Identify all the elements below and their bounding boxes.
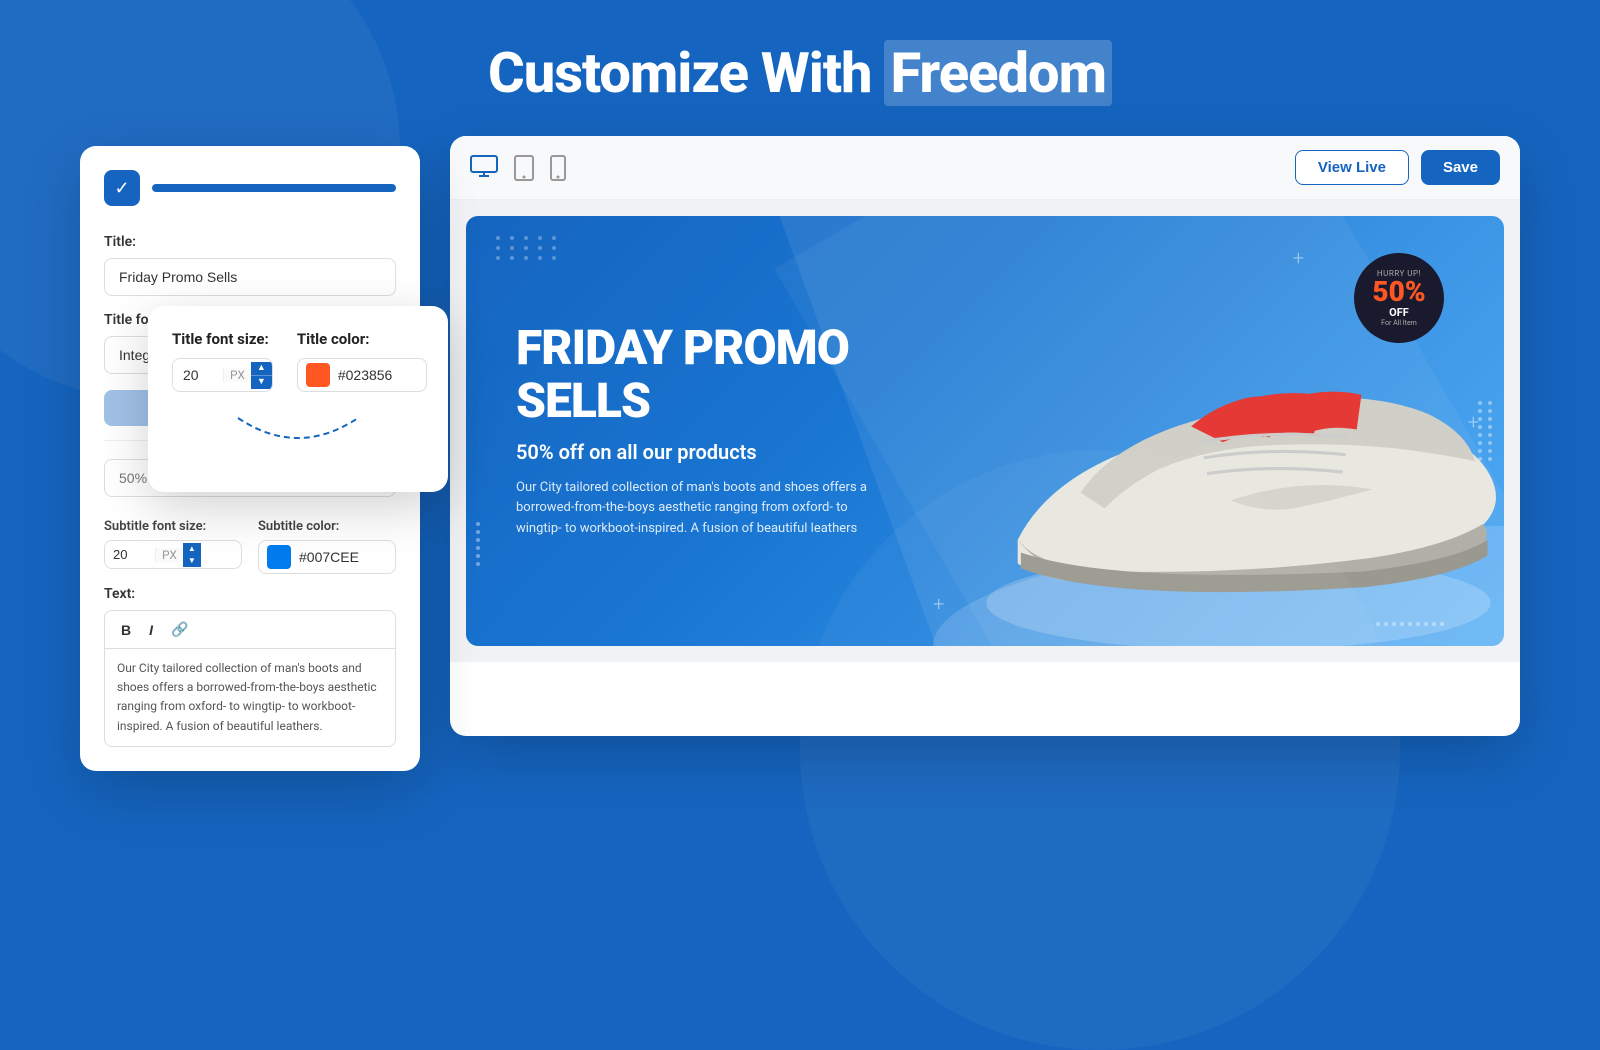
title-font-size-input[interactable] <box>173 359 223 391</box>
banner-preview: + + + <box>450 200 1520 662</box>
text-editor-content[interactable]: Our City tailored collection of man's bo… <box>104 648 396 747</box>
subtitle-font-size-label: Subtitle font size: <box>104 519 242 534</box>
banner-title: FRIDAY PROMO SELLS <box>516 322 987 428</box>
save-button[interactable]: Save <box>1421 150 1500 185</box>
title-font-unit: PX <box>223 368 251 382</box>
badge-sub-text: For All Item <box>1381 319 1417 327</box>
banner-dots-top-left <box>496 236 560 260</box>
subtitle-font-size-input-group: PX ▲ ▼ <box>104 540 242 569</box>
text-editor-toolbar: B I 🔗 <box>104 610 396 648</box>
subtitle-font-size-field: Subtitle font size: PX ▲ ▼ <box>104 519 242 569</box>
editor-header: ✓ <box>104 170 396 206</box>
subtitle-color-input-group <box>258 540 396 574</box>
page-title: Customize With Freedom <box>0 0 1600 136</box>
banner-dots-right <box>1478 401 1494 461</box>
banner-text: Our City tailored collection of man's bo… <box>516 478 876 540</box>
badge-percent-text: 50% <box>1372 278 1425 306</box>
text-field-label: Text: <box>104 586 396 602</box>
tablet-device-icon[interactable] <box>514 155 534 181</box>
text-content: Our City tailored collection of man's bo… <box>117 661 377 733</box>
banner-plus-bottom-center: + <box>933 592 944 616</box>
subtitle-font-unit: PX <box>155 548 183 562</box>
italic-button[interactable]: I <box>145 619 157 640</box>
device-icons-group <box>470 155 566 181</box>
title-input[interactable] <box>104 258 396 296</box>
title-font-size-label: Title font size: <box>172 330 273 348</box>
subtitle-settings-row: Subtitle font size: PX ▲ ▼ Subtitle colo… <box>104 519 396 574</box>
preview-actions: View Live Save <box>1295 150 1500 185</box>
banner-subtitle: 50% off on all our products <box>516 440 987 464</box>
preview-panel: View Live Save + <box>450 136 1520 736</box>
subtitle-color-hex-input[interactable] <box>299 549 379 565</box>
subtitle-font-size-stepper[interactable]: ▲ ▼ <box>183 543 201 567</box>
title-color-input-group <box>297 358 427 392</box>
title-color-field: Title color: <box>297 330 427 392</box>
title-color-hex-input[interactable] <box>338 367 418 383</box>
title-font-size-input-group: PX ▲ ▼ <box>172 358 273 392</box>
subtitle-color-label: Subtitle color: <box>258 519 396 534</box>
view-live-button[interactable]: View Live <box>1295 150 1409 185</box>
title-color-swatch[interactable] <box>306 363 330 387</box>
mobile-device-icon[interactable] <box>550 155 566 181</box>
title-color-label: Title color: <box>297 330 427 348</box>
editor-logo-icon: ✓ <box>104 170 140 206</box>
subtitle-color-field: Subtitle color: <box>258 519 396 574</box>
dashed-connector-svg <box>218 408 378 468</box>
title-font-size-stepper[interactable]: ▲ ▼ <box>251 362 272 389</box>
title-field-label: Title: <box>104 234 396 250</box>
link-button[interactable]: 🔗 <box>167 619 192 640</box>
banner-plus-top-right: + <box>1293 246 1304 270</box>
preview-toolbar: View Live Save <box>450 136 1520 200</box>
floating-panel: Title font size: PX ▲ ▼ Title color: <box>148 306 448 492</box>
desktop-device-icon[interactable] <box>470 155 498 177</box>
subtitle-color-swatch[interactable] <box>267 545 291 569</box>
subtitle-font-size-input[interactable] <box>105 541 155 568</box>
floating-panel-row: Title font size: PX ▲ ▼ Title color: <box>172 330 424 392</box>
banner-content: FRIDAY PROMO SELLS 50% off on all our pr… <box>466 282 1037 580</box>
banner: + + + <box>466 216 1504 646</box>
title-font-size-field: Title font size: PX ▲ ▼ <box>172 330 273 392</box>
discount-badge: Hurry Up! 50% OFF For All Item <box>1354 253 1444 343</box>
bold-button[interactable]: B <box>117 619 135 640</box>
badge-off-text: OFF <box>1389 306 1409 319</box>
editor-title-bar <box>152 184 396 192</box>
